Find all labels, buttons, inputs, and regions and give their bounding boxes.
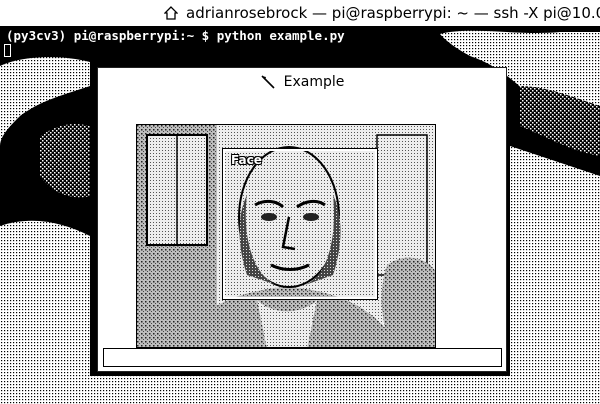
window-title: Example — [283, 74, 345, 90]
face-label: Face — [231, 153, 262, 167]
terminal-titlebar: adrianrosebrock — pi@raspberrypi: ~ — ss… — [0, 0, 600, 26]
terminal-prompt: (py3cv3) pi@raspberrypi:~ $ python examp… — [6, 28, 345, 43]
terminal-title: adrianrosebrock — pi@raspberrypi: ~ — ss… — [186, 4, 600, 22]
terminal-cursor — [4, 44, 11, 57]
feather-icon — [260, 74, 276, 90]
video-frame: Face — [136, 124, 436, 348]
face-detection-box: Face — [222, 148, 378, 300]
window-titlebar[interactable]: Example — [98, 68, 506, 96]
example-window[interactable]: Example Face — [97, 67, 507, 372]
home-icon — [164, 6, 178, 20]
window-status-field[interactable] — [103, 348, 502, 367]
